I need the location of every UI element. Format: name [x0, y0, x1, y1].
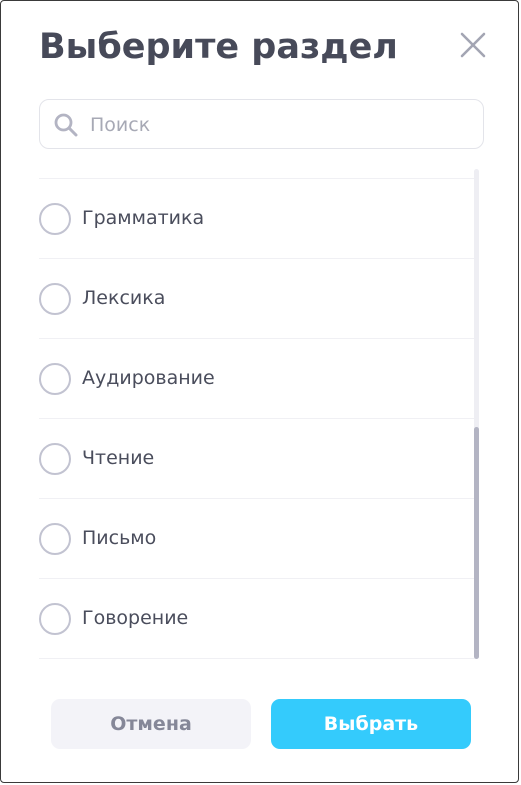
dialog-title: Выберите раздел: [39, 27, 398, 67]
radio-button[interactable]: [39, 283, 71, 315]
list-item[interactable]: Чтение: [39, 419, 476, 499]
section-list: Грамматика Лексика Аудирование Чтение Пи…: [39, 178, 476, 659]
close-icon: [460, 32, 486, 58]
list-item[interactable]: Лексика: [39, 259, 476, 339]
list-item-label: Говорение: [82, 607, 189, 629]
radio-button[interactable]: [39, 523, 71, 555]
list-item[interactable]: Говорение: [39, 579, 476, 659]
radio-button[interactable]: [39, 443, 71, 475]
list-item[interactable]: Письмо: [39, 499, 476, 579]
section-select-dialog: Выберите раздел Грамматика Лексика Аудир…: [0, 0, 519, 783]
list-item[interactable]: Грамматика: [39, 179, 476, 259]
search-icon: [54, 113, 78, 137]
list-item[interactable]: Аудирование: [39, 339, 476, 419]
list-item-label: Чтение: [82, 447, 155, 469]
radio-button[interactable]: [39, 203, 71, 235]
search-box: [39, 99, 484, 149]
list-item-label: Письмо: [82, 527, 157, 549]
scrollbar-track[interactable]: [474, 169, 479, 659]
cancel-button[interactable]: Отмена: [51, 699, 251, 749]
radio-button[interactable]: [39, 363, 71, 395]
select-button[interactable]: Выбрать: [271, 699, 471, 749]
scrollbar-thumb[interactable]: [474, 427, 479, 659]
list-item-label: Грамматика: [82, 207, 205, 229]
radio-button[interactable]: [39, 603, 71, 635]
list-item-label: Аудирование: [82, 367, 215, 389]
search-input[interactable]: [88, 108, 472, 142]
close-button[interactable]: [459, 31, 487, 59]
list-item-label: Лексика: [82, 287, 166, 309]
